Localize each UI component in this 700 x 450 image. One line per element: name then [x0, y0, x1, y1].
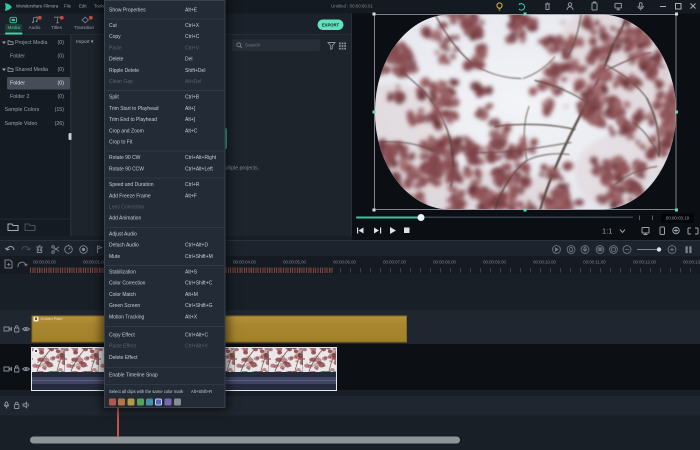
- svg-text:1:1: 1:1: [602, 227, 612, 236]
